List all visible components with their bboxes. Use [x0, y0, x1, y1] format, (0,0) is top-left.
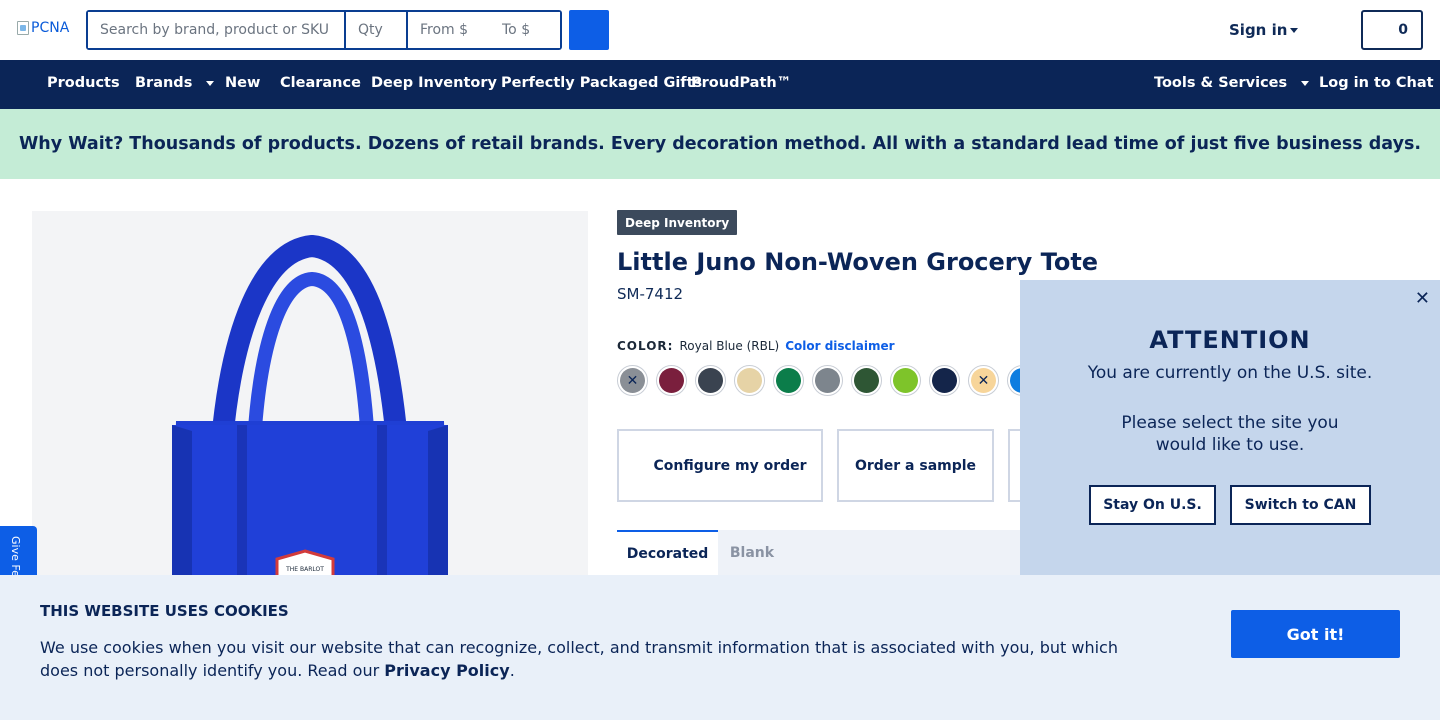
- cookie-text-end: .: [509, 661, 515, 680]
- deep-inventory-badge: Deep Inventory: [617, 210, 738, 235]
- configure-order-button[interactable]: Configure my order: [617, 429, 823, 502]
- price-from-input[interactable]: [406, 12, 490, 48]
- swatch-color: [854, 368, 879, 393]
- chat-login-link[interactable]: Log in to Chat: [1319, 75, 1434, 91]
- feedback-tab[interactable]: Give Feedback: [0, 526, 37, 576]
- privacy-policy-link[interactable]: Privacy Policy: [384, 661, 509, 680]
- sign-in-label: Sign in: [1229, 21, 1288, 39]
- main-nav: Products Brands New Clearance Deep Inven…: [0, 60, 1440, 109]
- color-swatch[interactable]: [695, 365, 726, 396]
- product-sku: SM-7412: [617, 285, 684, 303]
- swatch-color: [893, 368, 918, 393]
- promo-banner: Why Wait? Thousands of products. Dozens …: [0, 109, 1440, 179]
- color-swatch[interactable]: [656, 365, 687, 396]
- swatch-color: [932, 368, 957, 393]
- color-swatches: ✕ ✕: [617, 365, 1038, 396]
- tab-blank[interactable]: Blank: [718, 530, 786, 575]
- nav-item-tools[interactable]: Tools & Services: [1154, 75, 1310, 91]
- color-swatch[interactable]: ✕: [968, 365, 999, 396]
- nav-item-products[interactable]: Products: [47, 75, 120, 91]
- color-swatch[interactable]: ✕: [617, 365, 648, 396]
- nav-item-deep-inventory[interactable]: Deep Inventory: [371, 75, 497, 91]
- color-row: COLOR: Royal Blue (RBL) Color disclaimer: [617, 339, 895, 353]
- chevron-down-icon: [1301, 80, 1310, 86]
- logo-text: PCNA: [31, 20, 70, 36]
- close-icon[interactable]: ✕: [1415, 288, 1430, 309]
- color-swatch[interactable]: [929, 365, 960, 396]
- swatch-color: [776, 368, 801, 393]
- top-header: PCNA Sign in 0: [0, 0, 1440, 60]
- color-swatch[interactable]: [890, 365, 921, 396]
- feedback-label: Give Feedback: [9, 536, 22, 576]
- switch-can-button[interactable]: Switch to CAN: [1230, 485, 1371, 525]
- tab-decorated[interactable]: Decorated: [617, 530, 718, 575]
- broken-image-icon: [17, 21, 29, 35]
- modal-title: ATTENTION: [1149, 326, 1311, 354]
- color-value: Royal Blue (RBL): [679, 339, 780, 353]
- stay-us-button[interactable]: Stay On U.S.: [1089, 485, 1216, 525]
- sign-in-dropdown[interactable]: Sign in: [1229, 21, 1299, 39]
- qty-input[interactable]: [344, 12, 406, 48]
- nav-item-tools-label: Tools & Services: [1154, 75, 1288, 91]
- search-bar: [86, 10, 562, 50]
- chevron-down-icon: [206, 80, 215, 86]
- swatch-color: [698, 368, 723, 393]
- cookie-text: We use cookies when you visit our websit…: [40, 636, 1140, 682]
- bag-print-text: THE BARLOT: [285, 566, 324, 573]
- color-label: COLOR:: [617, 339, 674, 353]
- order-sample-button[interactable]: Order a sample: [837, 429, 994, 502]
- swatch-color: [659, 368, 684, 393]
- color-swatch[interactable]: [851, 365, 882, 396]
- color-disclaimer-link[interactable]: Color disclaimer: [785, 339, 894, 353]
- logo[interactable]: PCNA: [17, 20, 69, 36]
- modal-instruction: Please select the site you would like to…: [1121, 413, 1339, 455]
- nav-item-clearance[interactable]: Clearance: [280, 75, 361, 91]
- modal-message: You are currently on the U.S. site.: [1087, 363, 1373, 383]
- color-swatch[interactable]: [734, 365, 765, 396]
- unavailable-icon: ✕: [977, 372, 990, 389]
- price-to-input[interactable]: [490, 12, 560, 48]
- search-input[interactable]: [88, 12, 344, 48]
- cookie-title: THIS WEBSITE USES COOKIES: [40, 602, 289, 620]
- nav-item-new[interactable]: New: [225, 75, 260, 91]
- nav-item-gifts[interactable]: Perfectly Packaged Gifts: [501, 75, 702, 91]
- cookie-body: We use cookies when you visit our websit…: [40, 638, 1118, 680]
- nav-item-brands[interactable]: Brands: [135, 75, 215, 91]
- search-button[interactable]: [569, 10, 609, 50]
- unavailable-icon: ✕: [626, 372, 639, 389]
- chevron-down-icon: [1290, 27, 1299, 33]
- swatch-color: [815, 368, 840, 393]
- cart-count: 0: [1398, 22, 1408, 38]
- cart-button[interactable]: 0: [1361, 10, 1423, 50]
- swatch-color: [737, 368, 762, 393]
- nav-item-brands-label: Brands: [135, 75, 193, 91]
- color-swatch[interactable]: [773, 365, 804, 396]
- product-title: Little Juno Non-Woven Grocery Tote: [617, 248, 1099, 276]
- site-selection-modal: ✕ ATTENTION You are currently on the U.S…: [1020, 280, 1440, 575]
- nav-item-proudpath[interactable]: ProudPath™: [691, 75, 791, 91]
- accept-cookies-button[interactable]: Got it!: [1231, 610, 1400, 658]
- cookie-banner: THIS WEBSITE USES COOKIES We use cookies…: [0, 575, 1440, 720]
- color-swatch[interactable]: [812, 365, 843, 396]
